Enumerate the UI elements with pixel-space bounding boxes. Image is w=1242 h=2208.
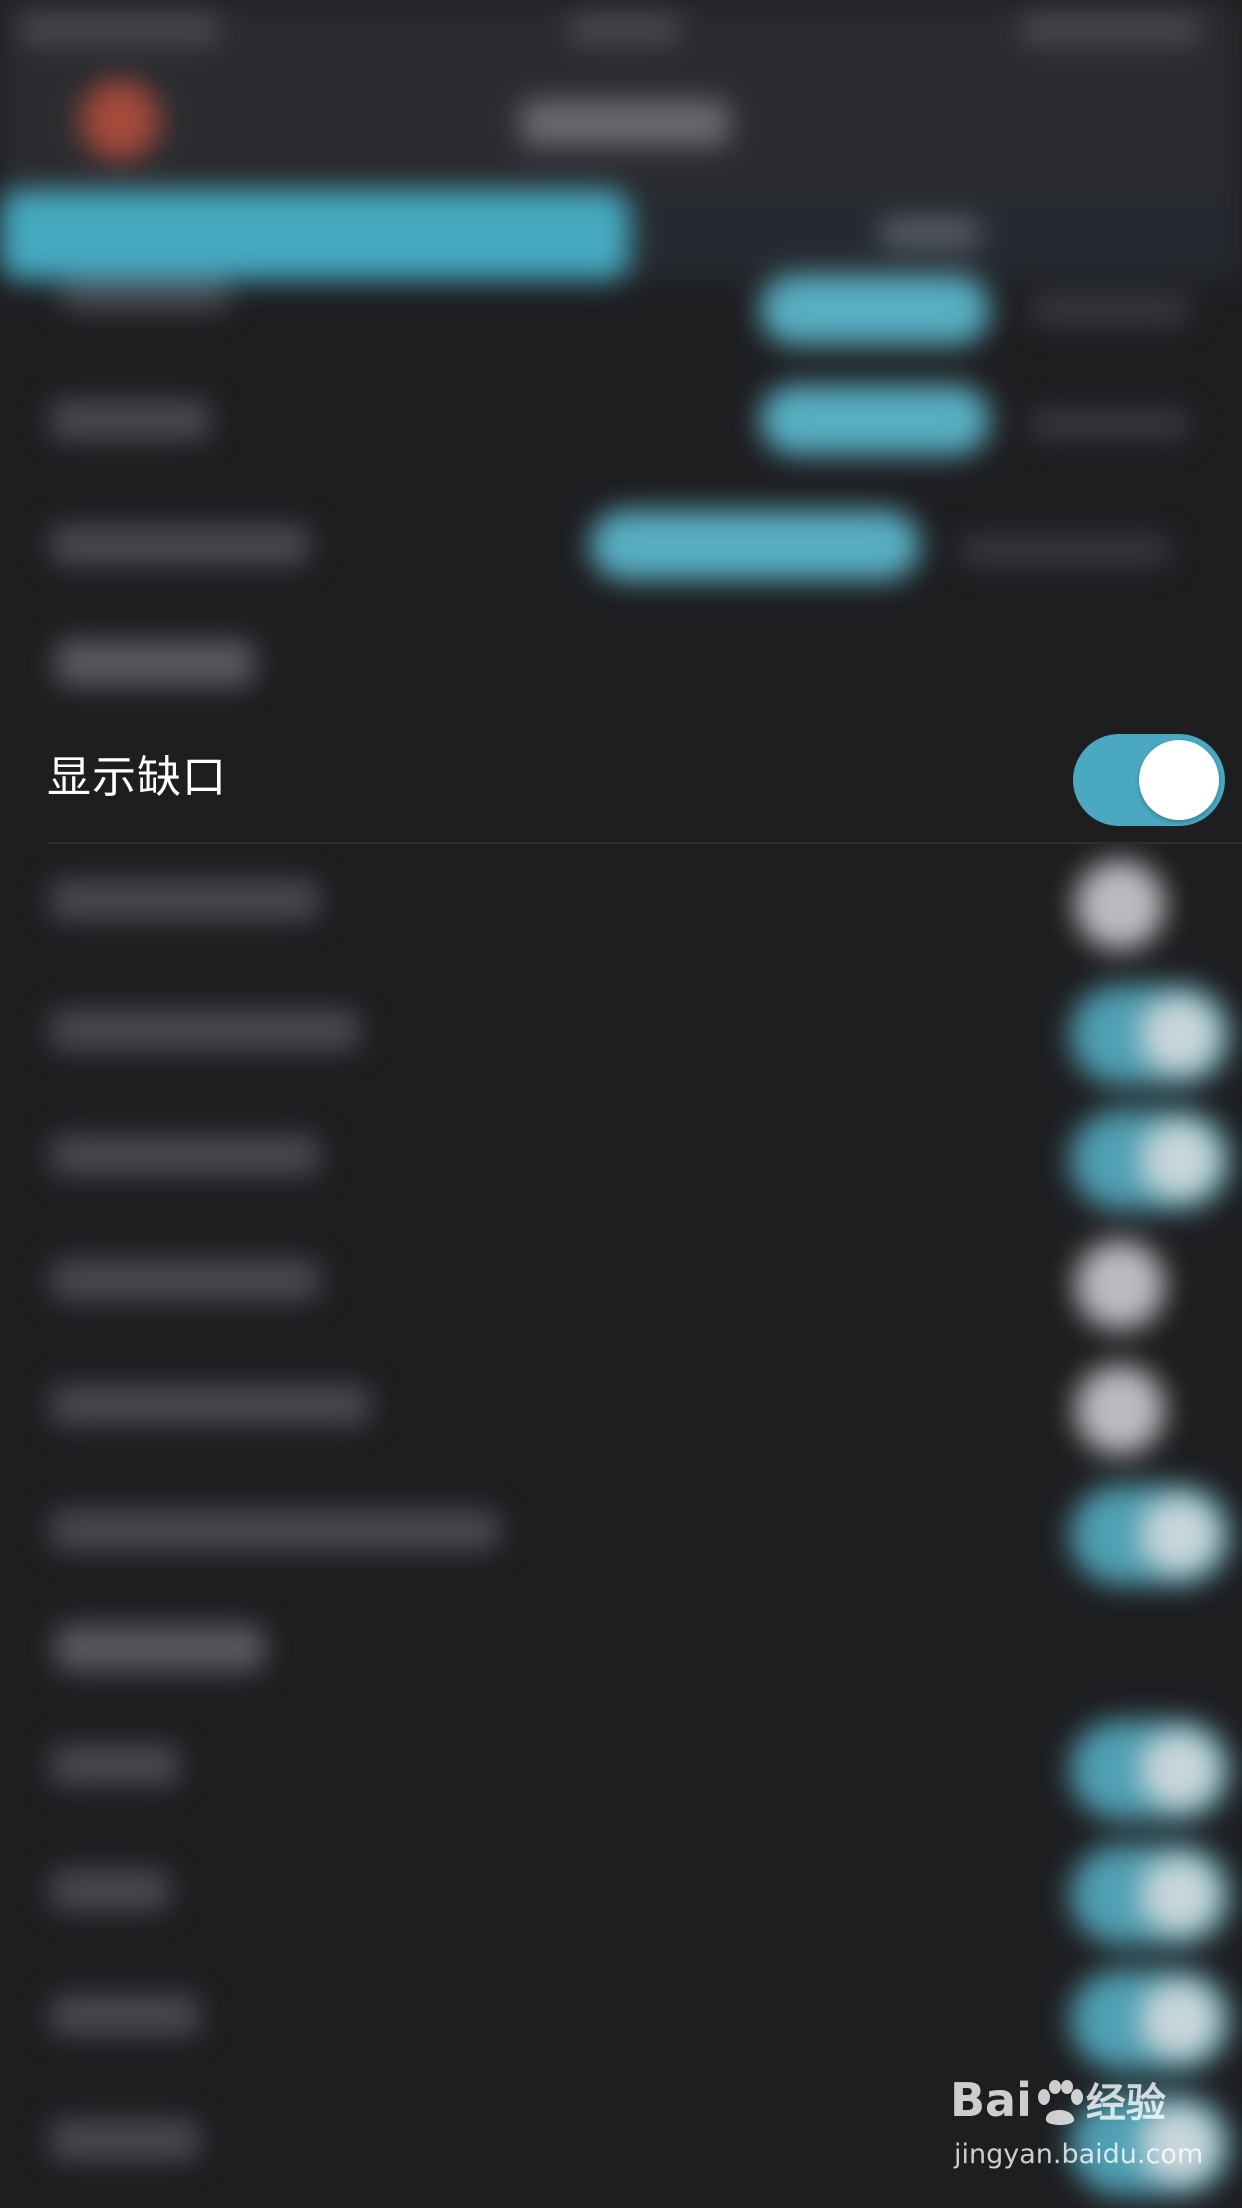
baidu-paw-icon <box>1032 2079 1086 2129</box>
setting-label <box>50 525 310 565</box>
section-header <box>55 640 255 686</box>
show-notch-toggle[interactable] <box>1073 734 1225 826</box>
toggle-switch[interactable] <box>1075 1365 1165 1455</box>
toggle-switch[interactable] <box>1070 1970 1230 2070</box>
watermark-logo: Bai 经验 <box>950 2073 1166 2129</box>
status-bar <box>0 0 1242 60</box>
option-pill[interactable] <box>760 275 990 345</box>
section-header <box>55 1625 265 1671</box>
option-pill[interactable] <box>590 510 920 580</box>
option-pill[interactable] <box>760 385 990 455</box>
setting-label <box>50 1260 320 1300</box>
setting-label <box>50 2120 200 2160</box>
back-icon[interactable] <box>80 80 160 160</box>
setting-label-show-notch: 显示缺口 <box>47 752 227 803</box>
toggle-switch[interactable] <box>1070 1720 1230 1820</box>
setting-label <box>50 1385 370 1425</box>
toggle-switch[interactable] <box>1070 1485 1230 1585</box>
baidu-jingyan-watermark: Bai 经验 jingyan.baidu.com <box>950 2075 1230 2185</box>
toggle-knob <box>1139 740 1219 820</box>
setting-label <box>50 1995 200 2035</box>
setting-label <box>50 1510 500 1550</box>
toggle-switch[interactable] <box>1070 1110 1230 1210</box>
setting-label <box>50 400 210 440</box>
row-divider <box>47 842 1242 844</box>
toggle-switch[interactable] <box>1070 1845 1230 1945</box>
settings-screen: 显示缺口 Bai 经验 jingyan.baidu.com <box>0 0 1242 2208</box>
toggle-switch[interactable] <box>1075 1240 1165 1330</box>
page-title <box>520 100 730 146</box>
setting-row-show-notch[interactable]: 显示缺口 <box>0 712 1242 844</box>
setting-label <box>50 880 320 920</box>
setting-label <box>50 1745 180 1785</box>
watermark-url: jingyan.baidu.com <box>954 2139 1204 2170</box>
setting-label <box>50 1010 360 1050</box>
setting-label <box>50 1135 320 1175</box>
tab-active[interactable] <box>0 190 630 280</box>
toggle-switch[interactable] <box>1070 985 1230 1085</box>
blurred-background <box>0 0 1242 2208</box>
toggle-switch[interactable] <box>1075 860 1165 950</box>
setting-label <box>50 1870 170 1910</box>
